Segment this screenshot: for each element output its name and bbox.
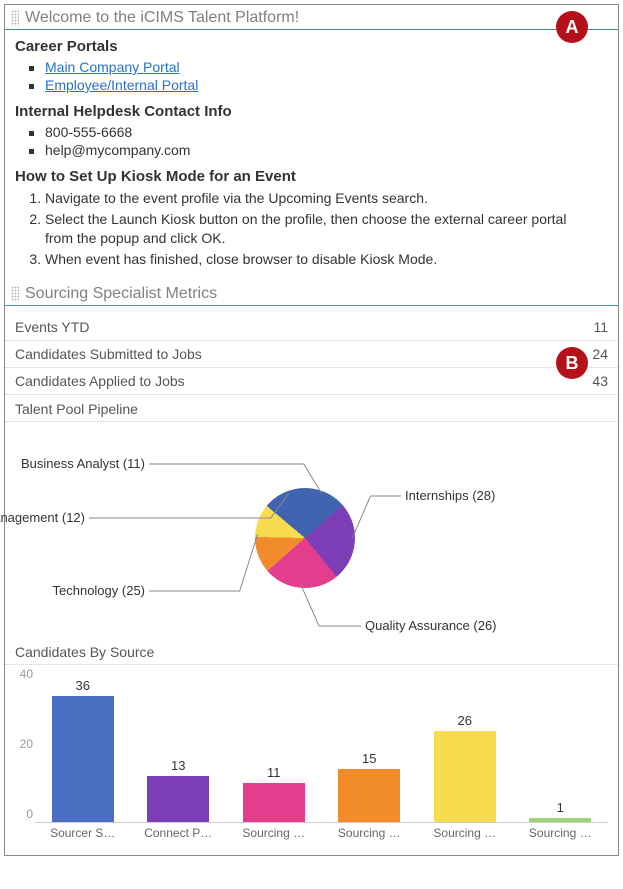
y-tick: 20	[9, 737, 33, 751]
link-employee-internal-portal[interactable]: Employee/Internal Portal	[45, 77, 198, 93]
bar-column: 26	[424, 713, 506, 822]
bar	[147, 776, 209, 822]
career-portals-list: Main Company Portal Employee/Internal Po…	[5, 59, 618, 93]
helpdesk-email: help@mycompany.com	[45, 142, 618, 158]
pie-slice-label: Technology (25)	[53, 583, 146, 598]
annotation-badge-a: A	[556, 11, 588, 43]
bar-value-label: 15	[362, 751, 376, 766]
metrics-panel-header: Sourcing Specialist Metrics	[5, 281, 618, 306]
metrics-title: Sourcing Specialist Metrics	[25, 285, 217, 303]
bar	[338, 769, 400, 822]
bar	[243, 783, 305, 822]
drag-grip-icon[interactable]	[11, 286, 19, 302]
bar-column: 11	[233, 765, 315, 822]
pie-slice-label: Quality Assurance (26)	[365, 618, 497, 633]
bar	[52, 696, 114, 822]
metric-value: 11	[593, 319, 608, 335]
bar-category-label: Sourcing …	[519, 826, 601, 840]
bar-value-label: 26	[458, 713, 472, 728]
bar	[434, 731, 496, 822]
career-portals-heading: Career Portals	[15, 38, 618, 55]
kiosk-heading: How to Set Up Kiosk Mode for an Event	[15, 168, 618, 185]
bar-value-label: 1	[557, 800, 564, 815]
y-tick: 0	[9, 807, 33, 821]
metric-label: Candidates Applied to Jobs	[15, 373, 185, 389]
welcome-panel-header: Welcome to the iCIMS Talent Platform!	[5, 5, 618, 30]
kiosk-step-3: When event has finished, close browser t…	[45, 250, 588, 269]
bar-column: 36	[42, 678, 124, 822]
metric-row-candidates-applied: Candidates Applied to Jobs 43	[5, 368, 618, 395]
helpdesk-phone: 800-555-6668	[45, 124, 618, 140]
bar-column: 13	[137, 758, 219, 822]
bar-category-label: Sourcing …	[424, 826, 506, 840]
bar	[529, 818, 591, 822]
bar-value-label: 11	[267, 765, 281, 780]
bar-chart: 40 20 0 36 13 11 15 26 1 Sourcer S… Connect P……	[5, 665, 618, 855]
welcome-title: Welcome to the iCIMS Talent Platform!	[25, 9, 299, 27]
pie-slice-label: Product Management (12)	[0, 510, 85, 525]
metric-label: Candidates Submitted to Jobs	[15, 346, 202, 362]
bar-value-label: 36	[76, 678, 90, 693]
pie-chart: Internships (28) Quality Assurance (26) Te…	[5, 428, 618, 638]
link-main-company-portal[interactable]: Main Company Portal	[45, 59, 180, 75]
helpdesk-heading: Internal Helpdesk Contact Info	[15, 103, 618, 120]
pie-slice-label: Internships (28)	[405, 488, 495, 503]
metric-label: Events YTD	[15, 319, 89, 335]
bar-category-label: Connect P…	[137, 826, 219, 840]
bysource-chart-title: Candidates By Source	[5, 638, 618, 665]
kiosk-step-1: Navigate to the event profile via the Up…	[45, 189, 588, 208]
bar-column: 15	[328, 751, 410, 822]
pipeline-chart-title: Talent Pool Pipeline	[5, 395, 618, 422]
helpdesk-list: 800-555-6668 help@mycompany.com	[5, 124, 618, 158]
bar-category-label: Sourcing …	[328, 826, 410, 840]
drag-grip-icon[interactable]	[11, 10, 19, 26]
metric-row-events-ytd: Events YTD 11	[5, 314, 618, 341]
annotation-badge-b: B	[556, 347, 588, 379]
bar-category-label: Sourcer S…	[42, 826, 124, 840]
metric-row-candidates-submitted: Candidates Submitted to Jobs 24	[5, 341, 618, 368]
metric-value: 24	[592, 346, 608, 362]
pie-slice-label: Business Analyst (11)	[21, 456, 145, 471]
metric-value: 43	[592, 373, 608, 389]
bar-column: 1	[519, 800, 601, 822]
y-tick: 40	[9, 667, 33, 681]
bar-category-label: Sourcing …	[233, 826, 315, 840]
bar-value-label: 13	[171, 758, 185, 773]
kiosk-step-2: Select the Launch Kiosk button on the pr…	[45, 210, 588, 248]
kiosk-steps: Navigate to the event profile via the Up…	[5, 189, 618, 269]
